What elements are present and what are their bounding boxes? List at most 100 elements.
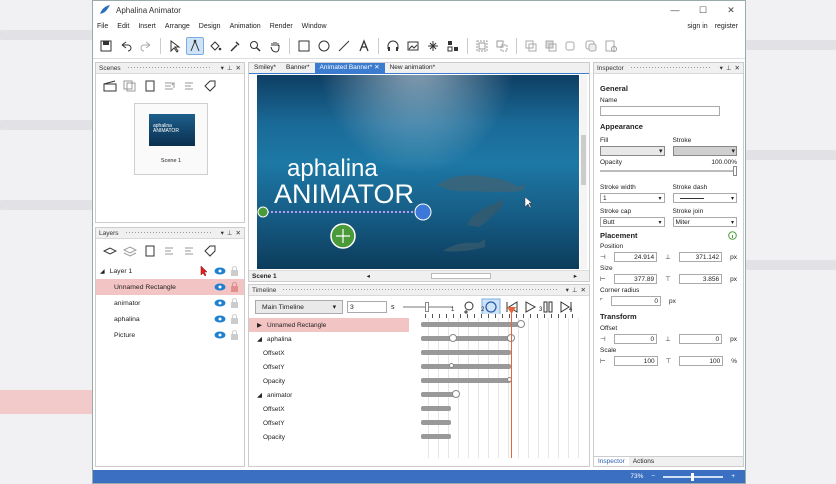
eye-icon[interactable] [214,315,226,323]
opacity-slider[interactable] [600,166,737,176]
subtract-button[interactable] [582,37,600,55]
tab-animated-banner[interactable]: Animated Banner* ✕ [314,63,385,73]
expand-arrow-icon[interactable]: ▶ [257,321,262,329]
menu-insert[interactable]: Insert [138,23,156,30]
eye-icon[interactable] [214,299,226,307]
layer-row[interactable]: aphalina [96,311,244,327]
track-row[interactable]: ◢ aphalina [249,332,409,346]
panel-close-icon[interactable]: ✕ [735,64,740,72]
stroke-cap-select[interactable]: Butt ▾ [600,217,665,227]
stroke-color-picker[interactable] [672,146,737,156]
layer-row[interactable]: animator [96,295,244,311]
menu-file[interactable]: File [97,23,108,30]
scale-y-field[interactable]: 100 [679,356,724,366]
zoom-out-icon[interactable]: − [651,473,655,480]
stroke-dash-select[interactable]: ▾ [672,193,737,203]
track-row[interactable]: Opacity [249,430,409,444]
eyedropper-tool[interactable] [226,37,244,55]
eye-icon[interactable] [214,283,226,291]
size-height-field[interactable]: 3.856 [678,274,723,284]
move-scene-up-button[interactable] [162,79,178,93]
eye-icon[interactable] [214,331,226,339]
move-layer-down-button[interactable] [182,244,198,258]
line-tool[interactable] [335,37,353,55]
duplicate-layer-button[interactable] [122,244,138,258]
zoom-in-icon[interactable]: + [731,473,735,480]
timeline-tracks[interactable] [419,318,579,458]
ellipse-tool[interactable] [315,37,333,55]
group-button[interactable] [473,37,491,55]
image-button[interactable] [404,37,422,55]
layer-properties-button[interactable] [142,244,158,258]
zoom-tool[interactable] [246,37,264,55]
corner-radius-field[interactable]: 0 [611,296,662,306]
delete-layer-button[interactable] [202,244,218,258]
main-timeline-dropdown[interactable]: Main Timeline ▾ [255,300,343,314]
collapse-arrow-icon[interactable]: ◢ [257,335,262,343]
redo-button[interactable] [137,37,155,55]
eye-icon[interactable] [214,267,226,275]
panel-close-icon[interactable]: ✕ [581,286,586,294]
settings-button[interactable] [602,37,620,55]
menu-window[interactable]: Window [302,23,327,30]
pan-tool[interactable] [266,37,284,55]
scale-x-field[interactable]: 100 [613,356,658,366]
pin-icon[interactable]: ⊥ [227,64,233,72]
track-row[interactable]: OffsetY [249,416,409,430]
scene-thumbnail[interactable]: aphalina ANIMATOR Scene 1 [134,103,208,175]
send-back-button[interactable] [542,37,560,55]
text-tool[interactable] [355,37,373,55]
audio-button[interactable] [384,37,402,55]
canvas-horizontal-scrollbar[interactable]: Scene 1 ◂ ▸ [249,270,589,281]
collapse-arrow-icon[interactable]: ◢ [100,268,105,275]
undo-button[interactable] [117,37,135,55]
tab-inspector[interactable]: Inspector [594,457,629,466]
zoom-slider[interactable] [663,472,724,481]
bitmap-button[interactable] [444,37,462,55]
size-width-field[interactable]: 377.89 [613,274,658,284]
track-row[interactable]: ▶ Unnamed Rectangle [249,318,409,332]
move-scene-down-button[interactable] [182,79,198,93]
move-layer-up-button[interactable] [162,244,178,258]
scene-properties-button[interactable] [142,79,158,93]
scroll-left-icon[interactable]: ◂ [367,272,370,280]
track-row[interactable]: Opacity [249,374,409,388]
stroke-join-select[interactable]: Miter ▾ [672,217,737,227]
new-scene-button[interactable] [102,79,118,93]
lock-icon[interactable] [230,314,239,324]
layer-row[interactable]: Unnamed Rectangle [96,279,244,295]
track-row[interactable]: OffsetY [249,360,409,374]
panel-close-icon[interactable]: ✕ [236,64,241,72]
menu-edit[interactable]: Edit [117,23,129,30]
select-tool[interactable] [166,37,184,55]
scene-tab[interactable]: Scene 1 [252,273,277,280]
name-field[interactable] [600,106,720,116]
union-button[interactable] [562,37,580,55]
menu-arrange[interactable]: Arrange [165,23,190,30]
lock-icon[interactable] [230,298,239,308]
info-icon[interactable] [728,231,737,240]
register-link[interactable]: register [715,23,738,30]
panel-close-icon[interactable]: ✕ [236,229,241,237]
layer-row[interactable]: Picture [96,327,244,343]
ungroup-button[interactable] [493,37,511,55]
offset-x-field[interactable]: 0 [613,334,658,344]
lock-icon[interactable] [230,330,239,340]
panel-menu-icon[interactable]: ▾ [221,64,224,72]
panel-menu-icon[interactable]: ▾ [221,229,224,237]
menu-design[interactable]: Design [199,23,221,30]
offset-y-field[interactable]: 0 [678,334,723,344]
stroke-width-select[interactable]: 1 ▾ [600,193,665,203]
position-x-field[interactable]: 24.914 [613,252,658,262]
tab-banner[interactable]: Banner* [281,63,315,73]
pin-icon[interactable]: ⊥ [726,64,732,72]
new-layer-button[interactable] [102,244,118,258]
fill-tool[interactable] [206,37,224,55]
save-button[interactable] [97,37,115,55]
fill-color-picker[interactable] [600,146,665,156]
node-edit-tool[interactable] [186,36,204,55]
track-row[interactable]: ◢ animator [249,388,409,402]
bring-front-button[interactable] [522,37,540,55]
stage-canvas[interactable]: aphalina ANIMATOR [257,75,579,269]
playhead-marker-icon[interactable] [507,307,517,315]
